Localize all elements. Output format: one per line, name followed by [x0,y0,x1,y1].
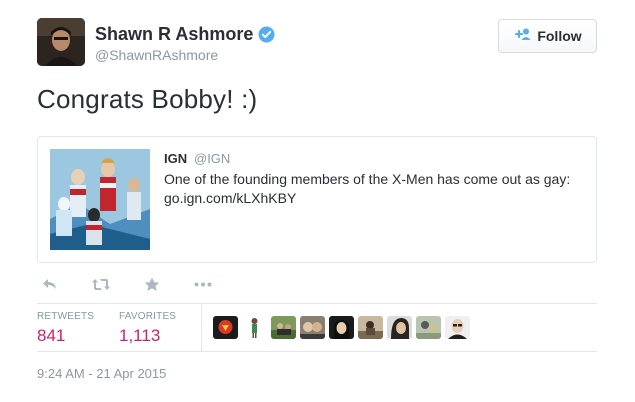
avatar[interactable] [37,18,85,66]
retweets-count[interactable]: 841 [37,326,94,346]
divider [37,351,597,352]
verified-badge-icon [258,26,275,43]
divider [201,304,202,351]
display-name[interactable]: Shawn R Ashmore [95,24,275,45]
more-dots-icon[interactable] [193,276,213,292]
favorites-label: FAVORITES [119,311,177,322]
favoriters-list [213,316,470,339]
add-person-icon [513,27,531,46]
avatar-8-icon[interactable] [416,316,441,339]
retweets-label: RETWEETS [37,311,95,322]
quoted-author-handle[interactable]: @IGN [194,151,230,166]
tweet-text: Congrats Bobby! :) [37,84,258,114]
reply-icon[interactable] [40,276,60,292]
avatar-4-icon[interactable] [300,316,325,339]
avatar-9-icon[interactable] [445,316,470,339]
quoted-tweet-text: One of the founding members of the X-Men… [164,171,571,206]
avatar-6-icon[interactable] [358,316,383,339]
follow-label: Follow [537,28,582,44]
retweets-stat[interactable]: RETWEETS 841 [37,311,94,346]
tweet-actions [37,276,213,292]
user-handle[interactable]: @ShawnRAshmore [95,47,218,63]
favorites-count[interactable]: 1,113 [119,326,176,346]
tweet-timestamp[interactable]: 9:24 AM - 21 Apr 2015 [37,366,166,381]
quoted-tweet[interactable]: IGN @IGN One of the founding members of … [37,136,597,263]
follow-button[interactable]: Follow [498,19,597,53]
favorites-stat[interactable]: FAVORITES 1,113 [119,311,176,346]
avatar-5-icon[interactable] [329,316,354,339]
comic-thumbnail-icon[interactable] [50,149,150,250]
avatar-7-icon[interactable] [387,316,412,339]
quoted-author-name[interactable]: IGN [164,151,187,166]
favorite-star-icon[interactable] [142,276,162,292]
profile-photo-icon [37,18,85,66]
avatar-2-icon[interactable] [242,316,267,339]
retweet-icon[interactable] [91,276,111,292]
divider [37,303,597,304]
display-name-text[interactable]: Shawn R Ashmore [95,24,253,45]
avatar-1-icon[interactable] [213,316,238,339]
avatar-3-icon[interactable] [271,316,296,339]
